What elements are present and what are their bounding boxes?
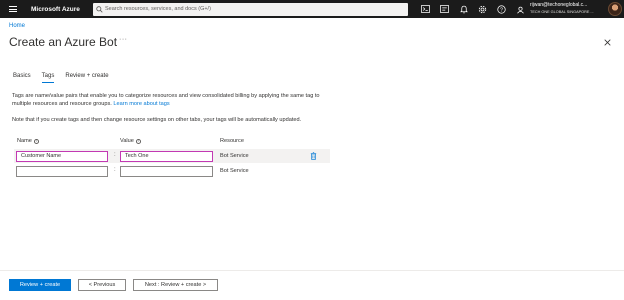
tab-bar: Basics Tags Review + create (13, 73, 120, 83)
learn-more-link[interactable]: Learn more about tags (113, 101, 169, 107)
tag-name-input[interactable] (16, 165, 108, 177)
resource-header-label: Resource (220, 138, 244, 144)
notifications-icon[interactable] (454, 0, 473, 18)
info-icon[interactable]: i (135, 138, 141, 144)
more-options-icon[interactable]: ··· (119, 36, 128, 43)
search-icon (94, 3, 105, 16)
tag-value-input[interactable]: Tech One (120, 150, 213, 162)
tag-name-input[interactable]: Customer Name (16, 150, 108, 162)
tab-tags[interactable]: Tags (41, 73, 54, 83)
menu-icon[interactable] (6, 0, 20, 18)
tag-value-input[interactable] (120, 165, 213, 177)
cloud-shell-icon[interactable] (416, 0, 435, 18)
search-box[interactable]: Search resources, services, and docs (G+… (93, 2, 408, 16)
breadcrumb-home[interactable]: Home (9, 23, 25, 29)
tags-note: Note that if you create tags and then ch… (12, 117, 302, 123)
help-icon[interactable]: ? (492, 0, 511, 18)
next-button[interactable]: Next : Review + create > (133, 279, 218, 291)
avatar[interactable] (608, 2, 622, 16)
tag-resource: Bot Service (220, 168, 249, 174)
search-input[interactable]: Search resources, services, and docs (G+… (105, 6, 211, 12)
tags-description: Tags are name/value pairs that enable yo… (12, 92, 332, 108)
settings-icon[interactable] (473, 0, 492, 18)
name-header-label: Name (17, 138, 32, 144)
top-icon-bar: ? (416, 0, 530, 18)
delete-icon[interactable] (309, 152, 317, 161)
svg-text:?: ? (500, 7, 503, 13)
tab-review-create[interactable]: Review + create (65, 73, 108, 82)
account-info[interactable]: rijwan@techoneglobal.c... TECH ONE GLOBA… (530, 2, 608, 16)
table-row: : Bot Service (14, 164, 330, 178)
value-header-label: Value (120, 138, 134, 144)
info-icon[interactable]: i (33, 138, 39, 144)
review-create-button[interactable]: Review + create (9, 279, 71, 291)
table-row: Customer Name : Tech One Bot Service (14, 149, 330, 163)
resource-column-header: Resource (220, 138, 244, 144)
close-icon[interactable] (602, 37, 612, 47)
brand-label[interactable]: Microsoft Azure (31, 6, 80, 13)
value-column-header: Value i (120, 138, 141, 144)
footer-divider (0, 270, 624, 271)
previous-button[interactable]: < Previous (78, 279, 126, 291)
directory-filter-icon[interactable] (435, 0, 454, 18)
account-email: rijwan@techoneglobal.c... (530, 2, 588, 8)
name-column-header: Name i (17, 138, 39, 144)
page-title: Create an Azure Bot (9, 35, 118, 49)
account-org: TECH ONE GLOBAL SINGAPORE ... (530, 10, 594, 14)
feedback-icon[interactable] (511, 0, 530, 18)
tag-resource: Bot Service (220, 153, 249, 159)
tag-separator: : (114, 152, 116, 158)
tab-basics[interactable]: Basics (13, 73, 31, 82)
tag-separator: : (114, 167, 116, 173)
